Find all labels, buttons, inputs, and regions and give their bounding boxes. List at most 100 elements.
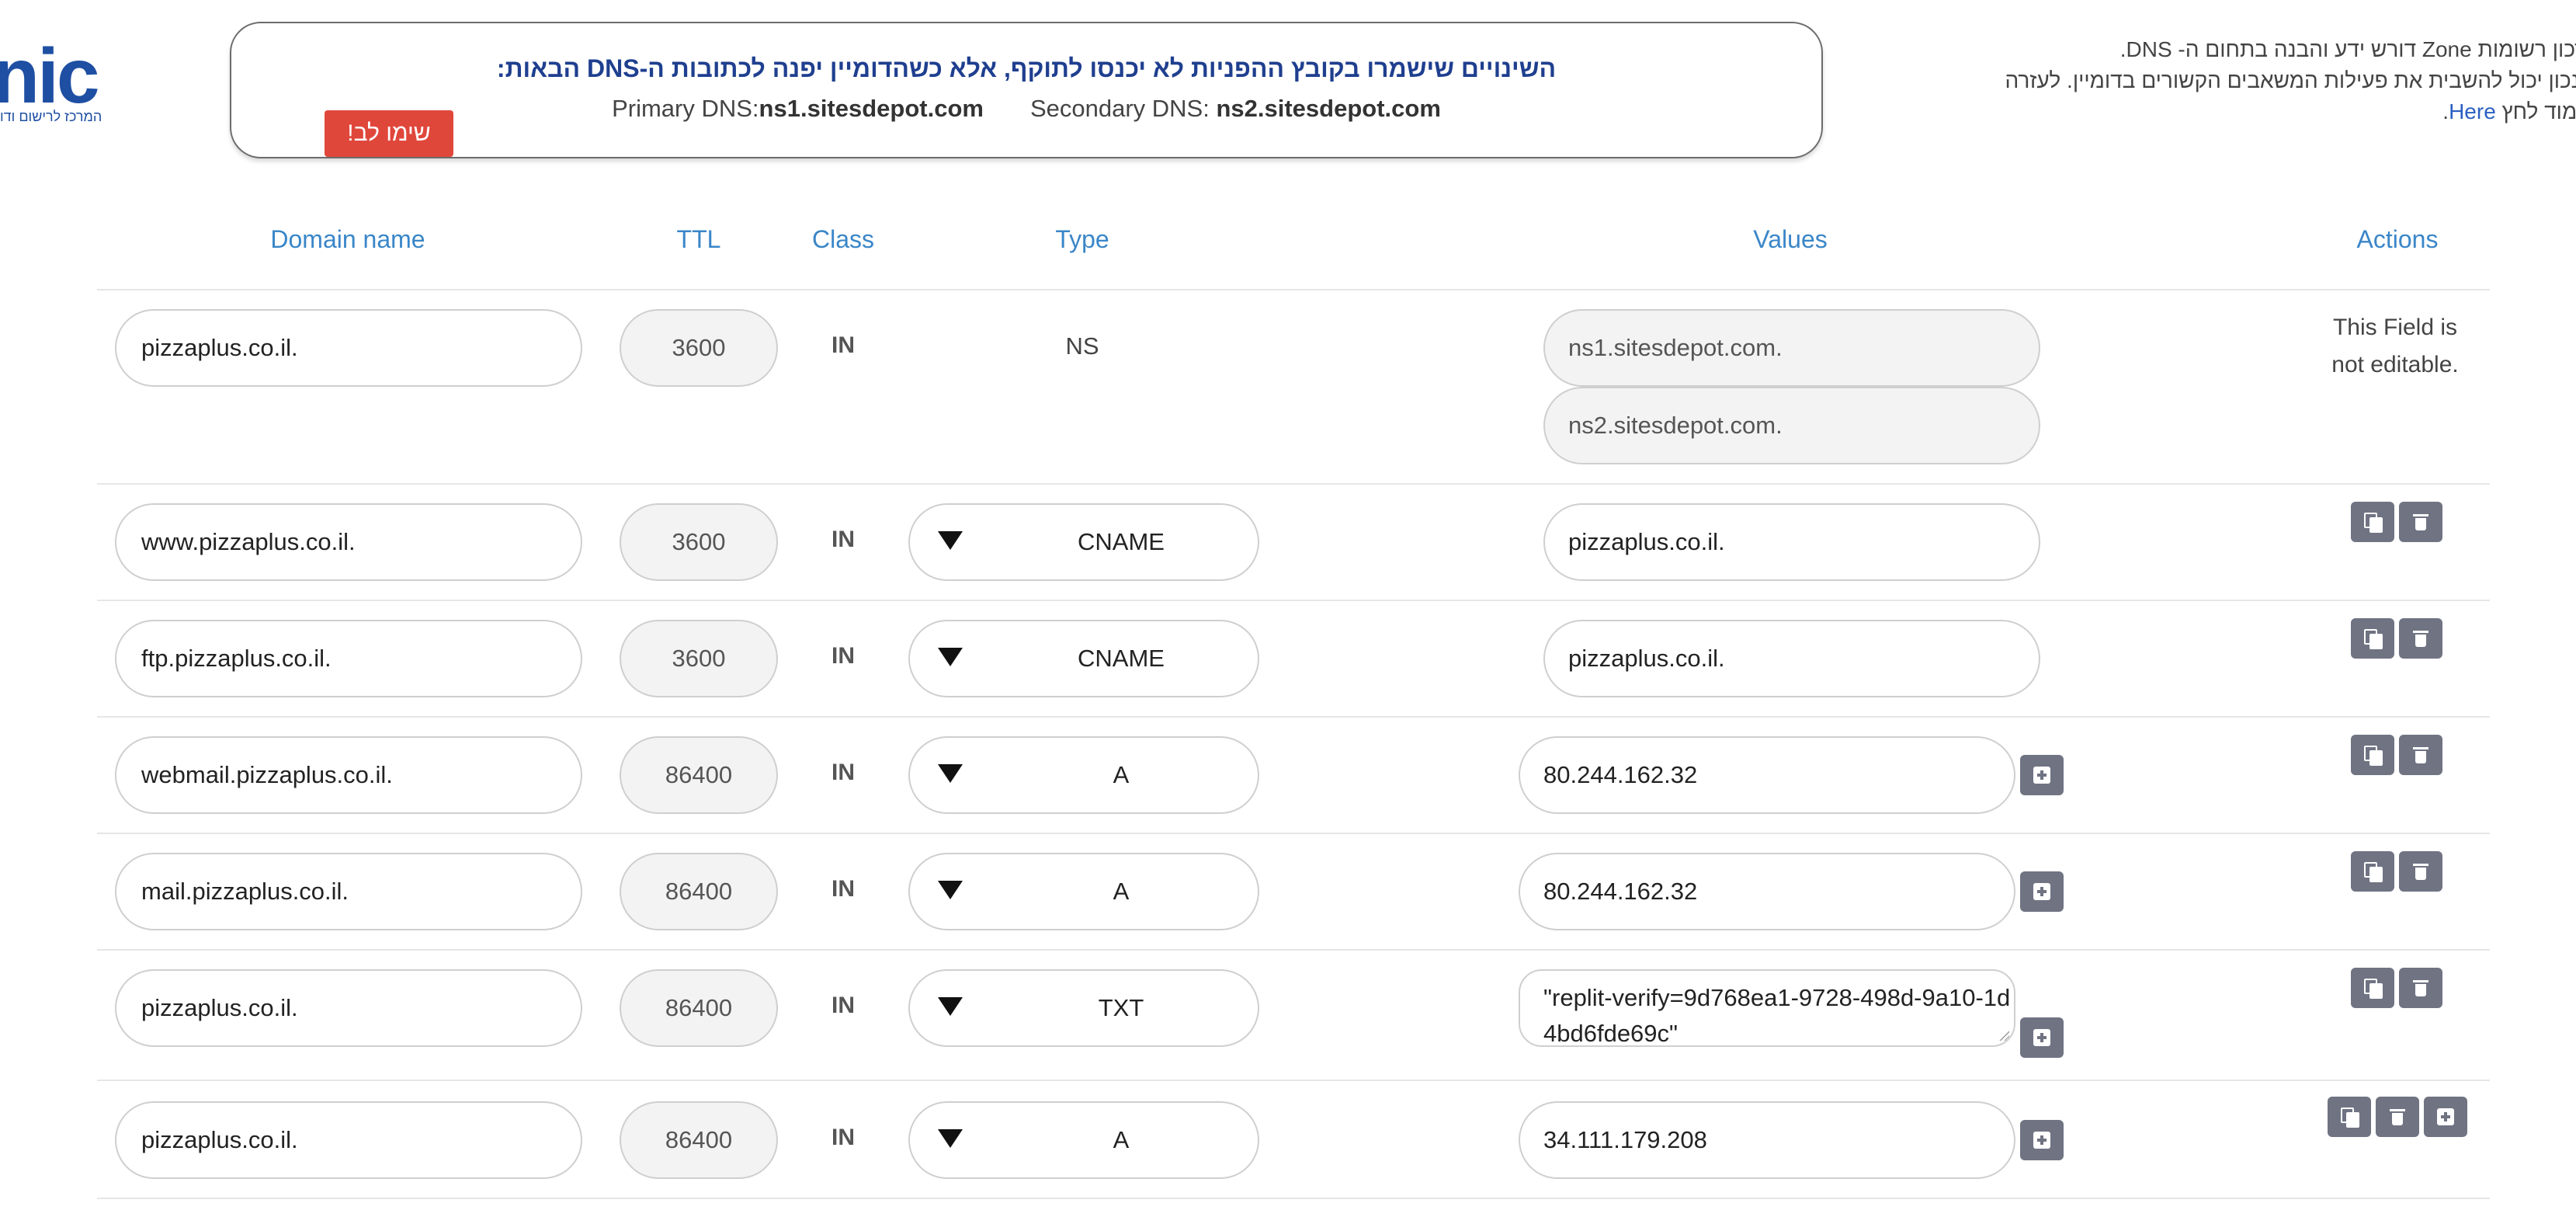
type-selected: A: [1113, 1126, 1130, 1153]
trash-icon: [2413, 979, 2428, 997]
copy-button[interactable]: [2351, 618, 2394, 659]
divider: [97, 289, 2490, 290]
dns-notice-box: השינויים שישמרו בקובץ ההפניות לא יכנסו ל…: [230, 22, 1823, 158]
domain-name-input[interactable]: mail.pizzaplus.co.il.: [115, 853, 582, 930]
value-field: ns1.sitesdepot.com.: [1543, 309, 2040, 387]
ttl-input[interactable]: 3600: [620, 309, 778, 387]
ttl-input[interactable]: 86400: [620, 1101, 778, 1179]
resize-handle-icon[interactable]: [1998, 1030, 2009, 1041]
type-selected: A: [1113, 878, 1130, 905]
secondary-dns-value: ns2.sitesdepot.com: [1216, 95, 1441, 122]
type-select[interactable]: TXT: [908, 969, 1259, 1047]
class-value: IN: [831, 876, 855, 902]
value-input[interactable]: 34.111.179.208: [1519, 1101, 2015, 1179]
copy-icon: [2364, 862, 2383, 882]
attention-button[interactable]: שימו לב!: [325, 110, 453, 157]
col-type: Type: [1055, 225, 1109, 253]
divider: [97, 1080, 2490, 1081]
copy-button[interactable]: [2351, 735, 2394, 775]
info-line-1: עדכון רשומות Zone דורש ידע והבנה בתחום ה…: [2119, 37, 2576, 61]
plus-square-icon: [2033, 767, 2050, 784]
logo-text: nic: [0, 33, 99, 120]
ttl-input[interactable]: 3600: [620, 620, 778, 697]
caret-down-icon: [938, 997, 963, 1016]
plus-square-icon: [2437, 1108, 2454, 1125]
class-value: IN: [831, 332, 855, 358]
type-select[interactable]: A: [908, 853, 1259, 930]
zone-info-text: עדכון רשומות Zone דורש ידע והבנה בתחום ה…: [1901, 34, 2576, 127]
delete-button[interactable]: [2399, 851, 2442, 892]
type-select[interactable]: CNAME: [908, 620, 1259, 697]
delete-button[interactable]: [2399, 618, 2442, 659]
ttl-input[interactable]: 3600: [620, 503, 778, 581]
divider: [97, 833, 2490, 834]
help-link[interactable]: Here: [2449, 99, 2496, 123]
col-class: Class: [811, 225, 875, 253]
value-textarea[interactable]: "replit-verify=9d768ea1-9728-498d-9a10-1…: [1519, 969, 2015, 1047]
ttl-input[interactable]: 86400: [620, 853, 778, 930]
add-value-button[interactable]: [2020, 1017, 2064, 1058]
value-input[interactable]: 80.244.162.32: [1519, 853, 2015, 930]
domain-name-input[interactable]: www.pizzaplus.co.il.: [115, 503, 582, 581]
col-actions: Actions: [2356, 225, 2439, 253]
caret-down-icon: [938, 764, 963, 783]
plus-square-icon: [2033, 1029, 2050, 1046]
trash-icon: [2413, 629, 2428, 648]
type-select[interactable]: CNAME: [908, 503, 1259, 581]
delete-button[interactable]: [2376, 1097, 2419, 1137]
ttl-input[interactable]: 86400: [620, 736, 778, 814]
trash-icon: [2390, 1108, 2405, 1126]
caret-down-icon: [938, 531, 963, 550]
ttl-input[interactable]: 86400: [620, 969, 778, 1047]
value-input[interactable]: 80.244.162.32: [1519, 736, 2015, 814]
copy-icon: [2364, 746, 2383, 766]
add-record-button[interactable]: [2424, 1097, 2467, 1137]
col-ttl: TTL: [676, 225, 721, 253]
table-header: Domain name TTL Class Type Values Action…: [0, 225, 2576, 264]
divider: [97, 1198, 2490, 1199]
class-value: IN: [831, 760, 855, 785]
type-selected: CNAME: [1078, 528, 1165, 555]
info-line-3: ולימוד לחץ Here.: [2442, 99, 2576, 123]
plus-square-icon: [2033, 883, 2050, 900]
type-select[interactable]: A: [908, 1101, 1259, 1179]
info-line-2: א נכון יכול להשבית את פעילות המשאבים הקש…: [2005, 68, 2576, 92]
class-value: IN: [831, 527, 855, 552]
primary-dns-label: Primary DNS:: [612, 95, 759, 122]
type-selected: A: [1113, 761, 1130, 788]
copy-button[interactable]: [2351, 851, 2394, 892]
copy-icon: [2364, 979, 2383, 999]
copy-button[interactable]: [2328, 1097, 2371, 1137]
class-value: IN: [831, 643, 855, 669]
type-selected: CNAME: [1078, 645, 1165, 672]
domain-name-input[interactable]: pizzaplus.co.il.: [115, 309, 582, 387]
value-field: ns2.sitesdepot.com.: [1543, 387, 2040, 464]
domain-name-input[interactable]: ftp.pizzaplus.co.il.: [115, 620, 582, 697]
secondary-dns-label: Secondary DNS:: [1029, 95, 1217, 122]
col-domain-name: Domain name: [270, 225, 425, 253]
delete-button[interactable]: [2399, 968, 2442, 1008]
copy-button[interactable]: [2351, 968, 2394, 1008]
domain-name-input[interactable]: pizzaplus.co.il.: [115, 969, 582, 1047]
trash-icon: [2413, 862, 2428, 881]
copy-button[interactable]: [2351, 502, 2394, 542]
add-value-button[interactable]: [2020, 1120, 2064, 1160]
domain-name-input[interactable]: pizzaplus.co.il.: [115, 1101, 582, 1179]
type-select[interactable]: A: [908, 736, 1259, 814]
domain-name-input[interactable]: webmail.pizzaplus.co.il.: [115, 736, 582, 814]
copy-icon: [2364, 629, 2383, 649]
value-input[interactable]: pizzaplus.co.il.: [1543, 620, 2040, 697]
divider: [97, 483, 2490, 485]
caret-down-icon: [938, 648, 963, 666]
value-input[interactable]: pizzaplus.co.il.: [1543, 503, 2040, 581]
notice-warning: השינויים שישמרו בקובץ ההפניות לא יכנסו ל…: [496, 54, 1557, 82]
notice-dns-line: Primary DNS:ns1.sitesdepot.com Secondary …: [231, 95, 1821, 123]
add-value-button[interactable]: [2020, 755, 2064, 795]
caret-down-icon: [938, 881, 963, 899]
delete-button[interactable]: [2399, 735, 2442, 775]
delete-button[interactable]: [2399, 502, 2442, 542]
add-value-button[interactable]: [2020, 871, 2064, 912]
divider: [97, 949, 2490, 951]
txt-value: "replit-verify=9d768ea1-9728-498d-9a10-1…: [1543, 984, 2011, 1047]
plus-square-icon: [2033, 1132, 2050, 1149]
